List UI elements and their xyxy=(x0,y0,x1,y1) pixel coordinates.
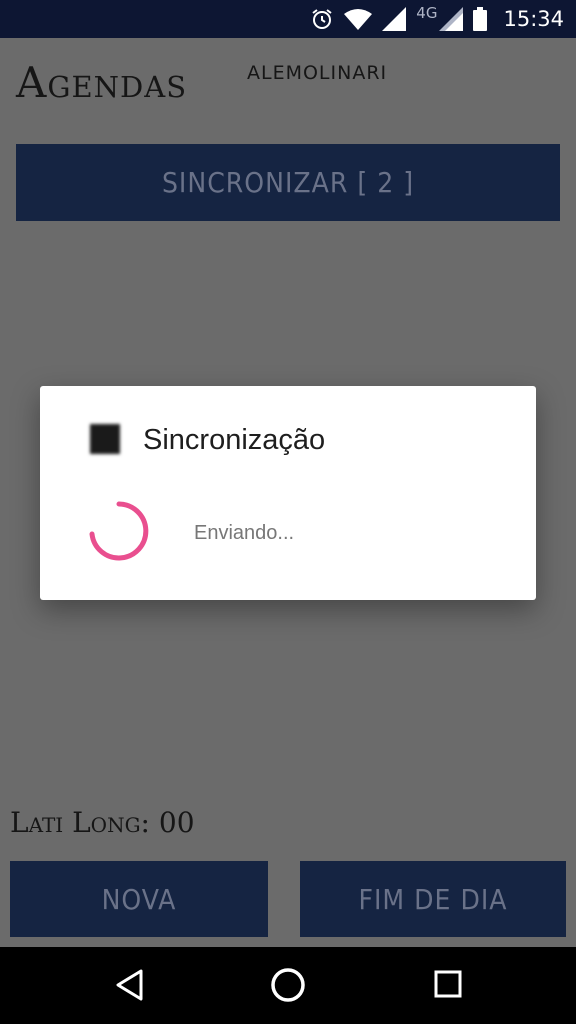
username-label: ALEMOLINARI xyxy=(247,62,388,84)
wifi-icon xyxy=(344,8,373,30)
status-icons: 4G 15:34 xyxy=(310,0,564,38)
status-bar: 4G 15:34 xyxy=(0,0,576,38)
signal-icon xyxy=(439,7,464,31)
new-button[interactable]: NOVA xyxy=(10,861,268,937)
network-type: 4G xyxy=(416,4,438,22)
end-of-day-button[interactable]: FIM DE DIA xyxy=(300,861,566,937)
alarm-icon xyxy=(310,7,334,31)
progress-dialog: Sincronização Enviando... xyxy=(40,386,536,600)
loading-spinner-icon xyxy=(89,501,149,561)
navigation-bar xyxy=(0,947,576,1024)
recents-icon[interactable] xyxy=(432,966,464,1004)
dialog-message: Enviando... xyxy=(194,522,295,544)
status-time: 15:34 xyxy=(503,7,564,31)
dialog-title: Sincronização xyxy=(143,424,326,456)
location-label: Lati Long: 00 xyxy=(10,806,195,839)
app-icon xyxy=(90,424,120,454)
sync-button[interactable]: SINCRONIZAR [ 2 ] xyxy=(16,144,560,221)
signal-icon xyxy=(382,7,407,31)
back-icon[interactable] xyxy=(112,966,146,1004)
battery-icon xyxy=(473,7,488,31)
page-title: Agendas xyxy=(16,58,188,107)
home-icon[interactable] xyxy=(269,966,307,1004)
